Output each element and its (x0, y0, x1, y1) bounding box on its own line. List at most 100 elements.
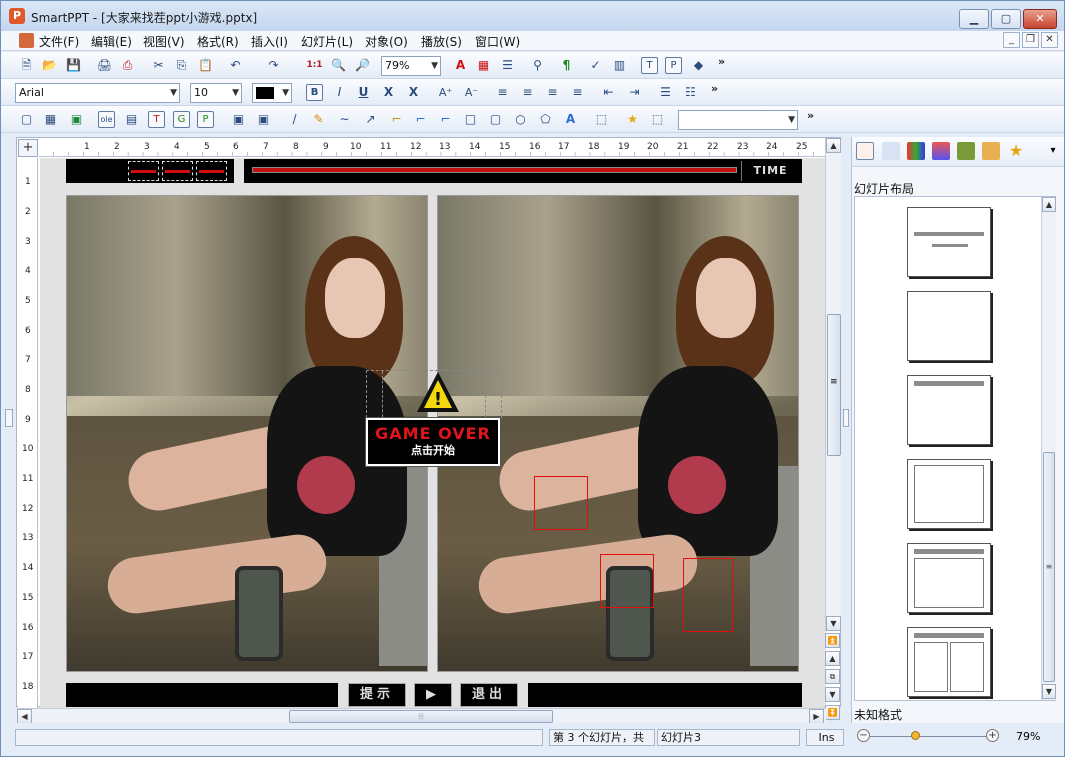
close-button[interactable]: ✕ (1023, 9, 1057, 29)
exit-button[interactable]: 退出 (460, 683, 518, 707)
slide[interactable]: TIME ! GAME OVER 点击开始 提示 ▶ 退出 (40, 158, 826, 708)
group-icon[interactable]: ▣ (229, 110, 248, 129)
ungroup-icon[interactable]: ▣ (254, 110, 273, 129)
menu-play[interactable]: 播放(S) (421, 33, 462, 50)
game-over-banner[interactable]: GAME OVER 点击开始 (365, 417, 501, 467)
doc-restore-button[interactable]: ❐ (1022, 32, 1039, 48)
list-icon[interactable]: ☰ (498, 56, 517, 75)
style-select[interactable]: ▼ (678, 110, 798, 130)
graphic-frame-icon[interactable]: G (173, 111, 190, 128)
template-t-icon[interactable]: T (641, 57, 658, 74)
hint-button[interactable]: 提示 (348, 683, 406, 707)
grow-font-button[interactable]: A⁺ (436, 83, 455, 102)
layout-scrollbar[interactable]: ▲ ≡ ▼ (1041, 197, 1056, 700)
layout-title-only[interactable] (907, 375, 991, 445)
menu-insert[interactable]: 插入(I) (251, 33, 288, 50)
bullet-list-button[interactable]: ☰ (656, 83, 675, 102)
crop-tool-icon[interactable]: ⬚ (592, 110, 611, 129)
last-slide-button[interactable]: ⏬ (825, 705, 840, 720)
lives-bar[interactable] (66, 159, 234, 183)
cut-icon[interactable]: ✂ (149, 56, 168, 75)
panel-splitter[interactable] (841, 137, 851, 723)
picture-frame-icon[interactable]: P (197, 111, 214, 128)
menu-format[interactable]: 格式(R) (197, 33, 239, 50)
zoom-page-icon[interactable]: 🔍 (329, 56, 348, 75)
status-insert-mode[interactable]: Ins (806, 729, 844, 746)
strikethrough-button[interactable]: X (379, 83, 398, 102)
justify-button[interactable]: ≡ (568, 83, 587, 102)
color-scheme-icon[interactable] (907, 142, 925, 160)
menu-edit[interactable]: 编辑(E) (91, 33, 132, 50)
image-icon[interactable]: ▣ (67, 110, 86, 129)
layout-title-content[interactable] (907, 543, 991, 613)
zoom-in-button[interactable]: + (986, 729, 999, 742)
difference-marker[interactable] (600, 554, 654, 608)
save-icon[interactable]: 💾 (64, 56, 83, 75)
font-size-select[interactable]: 10 ▼ (190, 83, 242, 103)
textbox-icon[interactable]: ▤ (122, 110, 141, 129)
layout-title[interactable] (907, 207, 991, 277)
minimize-button[interactable]: ▁ (959, 9, 989, 29)
doc-close-button[interactable]: ✕ (1041, 32, 1058, 48)
scroll-down-button[interactable]: ▼ (1042, 684, 1056, 699)
rectangle-tool-icon[interactable]: □ (461, 110, 480, 129)
ole-object-icon[interactable]: ole (98, 111, 115, 128)
vertical-scroll-thumb[interactable]: ≡ (827, 314, 841, 456)
zoom-slider-track[interactable] (869, 736, 989, 737)
pilcrow-icon[interactable]: ¶ (557, 56, 576, 75)
align-left-button[interactable]: ≡ (493, 83, 512, 102)
clear-format-button[interactable]: X (404, 83, 423, 102)
layout-blank[interactable] (907, 291, 991, 361)
layout-two-content[interactable] (907, 627, 991, 697)
scroll-left-button[interactable]: ◀ (17, 709, 32, 724)
star-icon[interactable]: ★ (1007, 142, 1025, 160)
ellipse-tool-icon[interactable]: ○ (511, 110, 530, 129)
curved-connector-icon[interactable]: ⌐ (436, 110, 455, 129)
underline-button[interactable]: U (354, 83, 373, 102)
menu-view[interactable]: 视图(V) (143, 33, 185, 50)
slide-canvas[interactable]: TIME ! GAME OVER 点击开始 提示 ▶ 退出 (40, 158, 826, 708)
undo-icon[interactable]: ↶ (226, 56, 245, 75)
chart-icon[interactable]: ▥ (610, 56, 629, 75)
text-frame-icon[interactable]: T (148, 111, 165, 128)
toolbar-overflow-icon[interactable]: » (807, 109, 814, 122)
horizontal-scroll-thumb[interactable]: ⦙⦙⦙ (289, 710, 553, 723)
scroll-up-button[interactable]: ▲ (1042, 197, 1056, 212)
previous-slide-button[interactable]: ▲ (825, 651, 840, 666)
align-right-button[interactable]: ≡ (543, 83, 562, 102)
connector-tool-icon[interactable]: ⌐ (387, 110, 406, 129)
shapes-tool-icon[interactable]: ⬠ (536, 110, 555, 129)
bold-button[interactable]: B (306, 84, 323, 101)
menu-object[interactable]: 对象(O) (365, 33, 408, 50)
layout-content[interactable] (907, 459, 991, 529)
curve-tool-icon[interactable]: ∼ (335, 110, 354, 129)
ruler-corner[interactable]: + (18, 139, 38, 157)
pdf-export-icon[interactable]: ⎙ (118, 56, 137, 75)
difference-marker[interactable] (534, 476, 588, 530)
select-tool-icon[interactable]: ⬚ (648, 110, 667, 129)
difference-marker[interactable] (683, 558, 733, 632)
elbow-connector-icon[interactable]: ⌐ (411, 110, 430, 129)
format-brush-icon[interactable]: ⚲ (528, 56, 547, 75)
start-game-text[interactable]: 点击开始 (368, 444, 498, 458)
left-panel-toggle[interactable] (5, 409, 13, 427)
scroll-right-button[interactable]: ▶ (809, 709, 824, 724)
first-slide-button[interactable]: ⏫ (825, 633, 840, 648)
scroll-down-button[interactable]: ▼ (826, 616, 841, 631)
toolbar-overflow-icon[interactable]: » (718, 55, 725, 68)
star-tool-icon[interactable]: ★ (623, 110, 642, 129)
play-button[interactable]: ▶ (414, 683, 452, 707)
open-folder-icon[interactable]: 📂 (40, 56, 59, 75)
menu-window[interactable]: 窗口(W) (475, 33, 520, 50)
menu-slide[interactable]: 幻灯片(L) (301, 33, 353, 50)
spell-check-icon[interactable]: ✓ (586, 56, 605, 75)
maximize-button[interactable]: ▢ (991, 9, 1021, 29)
table-icon[interactable]: ▦ (474, 56, 493, 75)
new-file-icon[interactable]: 🗎 (17, 56, 36, 75)
splitter-handle[interactable] (843, 409, 849, 427)
layers-icon[interactable]: ◆ (689, 56, 708, 75)
next-slide-button[interactable]: ▼ (825, 687, 840, 702)
text-color-icon[interactable]: A (451, 56, 470, 75)
frame-icon[interactable]: ▢ (17, 110, 36, 129)
line-tool-icon[interactable]: / (285, 110, 304, 129)
